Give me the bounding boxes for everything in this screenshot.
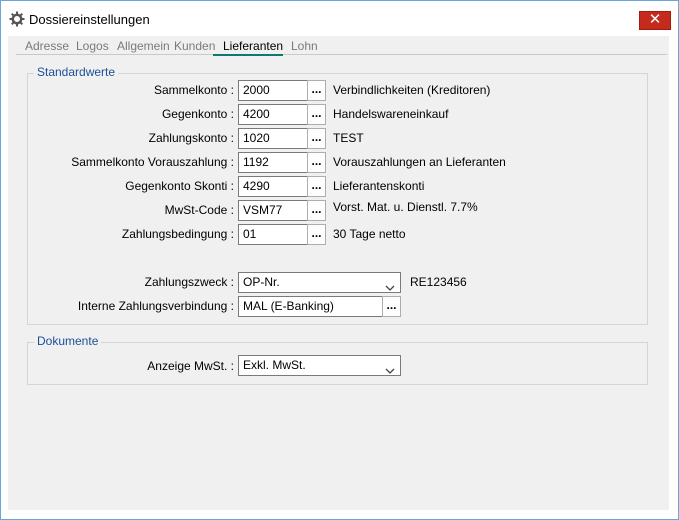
tab-logos[interactable]: Logos — [76, 39, 109, 53]
zahlungskonto-input[interactable]: 1020 — [238, 128, 308, 149]
zahlungsbedingung-input[interactable]: 01 — [238, 224, 308, 245]
sammelkonto-label: Sammelkonto : — [153, 83, 234, 97]
tab-lieferanten[interactable]: Lieferanten — [223, 39, 283, 53]
tab-adresse[interactable]: Adresse — [25, 39, 69, 53]
anzeige-mwst-select[interactable]: Exkl. MwSt. — [238, 355, 401, 376]
zahlungszweck-value: OP-Nr. — [243, 275, 280, 289]
chevron-down-icon — [385, 362, 395, 374]
gear-icon — [9, 11, 25, 27]
mwst-code-label: MwSt-Code : — [164, 203, 234, 217]
gegenkonto-skonti-input[interactable]: 4290 — [238, 176, 308, 197]
gegenkonto-skonti-description: Lieferantenskonti — [333, 179, 425, 193]
close-icon: ✕ — [648, 11, 662, 28]
zahlungskonto-label: Zahlungskonto : — [148, 131, 234, 145]
sammelkonto-input[interactable]: 2000 — [238, 80, 308, 101]
mwst-code-description: Vorst. Mat. u. Dienstl. 7.7% — [333, 200, 478, 214]
tab-kunden[interactable]: Kunden — [174, 39, 215, 53]
zahlungsverbindung-browse-button[interactable]: ... — [382, 296, 401, 317]
title-bar: Dossiereinstellungen ✕ — [1, 1, 678, 37]
chevron-down-icon — [385, 279, 395, 291]
dokumente-group-title: Dokumente — [34, 334, 102, 348]
tab-lohn[interactable]: Lohn — [291, 39, 318, 53]
gegenkonto-label: Gegenkonto : — [161, 107, 234, 121]
tab-strip-divider — [16, 54, 667, 55]
tab-allgemein[interactable]: Allgemein — [117, 39, 170, 53]
mwst-code-input[interactable]: VSM77 — [238, 200, 308, 221]
zahlungsverbindung-input[interactable]: MAL (E-Banking) — [238, 296, 383, 317]
mwst-code-browse-button[interactable]: ... — [307, 200, 326, 221]
sammelkonto-vorauszahlung-label: Sammelkonto Vorauszahlung : — [71, 155, 234, 169]
sammelkonto-vorauszahlung-browse-button[interactable]: ... — [307, 152, 326, 173]
anzeige-mwst-label: Anzeige MwSt. : — [147, 359, 234, 373]
window-title: Dossiereinstellungen — [29, 12, 150, 27]
gegenkonto-skonti-label: Gegenkonto Skonti : — [125, 179, 234, 193]
anzeige-mwst-value: Exkl. MwSt. — [243, 358, 306, 372]
gegenkonto-skonti-browse-button[interactable]: ... — [307, 176, 326, 197]
active-tab-indicator — [213, 54, 283, 56]
close-button[interactable]: ✕ — [639, 11, 671, 30]
gegenkonto-browse-button[interactable]: ... — [307, 104, 326, 125]
sammelkonto-browse-button[interactable]: ... — [307, 80, 326, 101]
zahlungsverbindung-label: Interne Zahlungsverbindung : — [77, 299, 234, 313]
zahlungsbedingung-description: 30 Tage netto — [333, 227, 406, 241]
zahlungskonto-description: TEST — [333, 131, 364, 145]
standardwerte-group-title: Standardwerte — [34, 65, 119, 79]
sammelkonto-description: Verbindlichkeiten (Kreditoren) — [333, 83, 491, 97]
zahlungszweck-reference: RE123456 — [410, 275, 467, 289]
gegenkonto-input[interactable]: 4200 — [238, 104, 308, 125]
sammelkonto-vorauszahlung-input[interactable]: 1192 — [238, 152, 308, 173]
zahlungskonto-browse-button[interactable]: ... — [307, 128, 326, 149]
zahlungsbedingung-browse-button[interactable]: ... — [307, 224, 326, 245]
zahlungszweck-label: Zahlungszweck : — [144, 275, 234, 289]
zahlungszweck-select[interactable]: OP-Nr. — [238, 272, 401, 293]
zahlungsbedingung-label: Zahlungsbedingung : — [121, 227, 234, 241]
gegenkonto-description: Handelswareneinkauf — [333, 107, 449, 121]
sammelkonto-vorauszahlung-description: Vorauszahlungen an Lieferanten — [333, 155, 506, 169]
